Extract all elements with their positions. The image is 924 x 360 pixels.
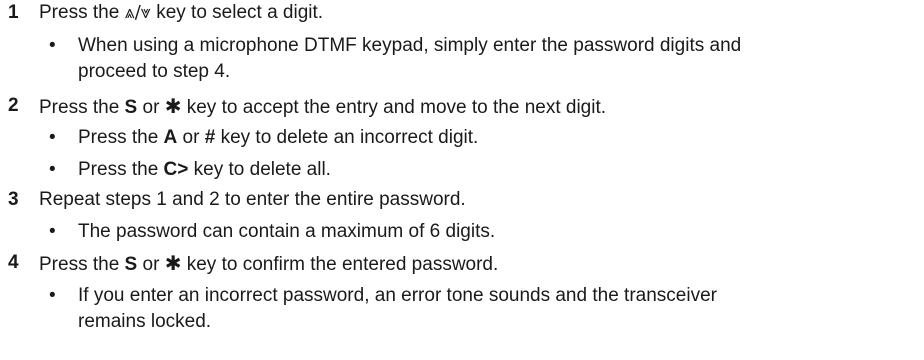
step-text: Press the S or ✱ key to accept the entry… — [39, 94, 607, 118]
bullet-icon: • — [49, 159, 56, 180]
bullet-text: Press the A or # key to delete an incorr… — [78, 127, 479, 148]
step-text: Press the S or ✱ key to confirm the ente… — [39, 251, 499, 275]
asterisk-key-icon: ✱ — [164, 94, 182, 118]
step-number: 1 — [8, 2, 19, 23]
bullet-text: The password can contain a maximum of 6 … — [78, 221, 496, 242]
step-number: 2 — [8, 95, 19, 116]
up-down-key-icon: ⩓/⩔ — [124, 2, 151, 23]
step-number: 3 — [8, 189, 19, 210]
asterisk-key-icon: ✱ — [164, 251, 182, 275]
step-text: Repeat steps 1 and 2 to enter the entire… — [39, 189, 466, 210]
bullet-text: Press the C> key to delete all. — [78, 159, 331, 180]
bullet-icon: • — [49, 127, 56, 148]
bullet-text: When using a microphone DTMF keypad, sim… — [78, 35, 742, 82]
bullet-text: If you enter an incorrect password, an e… — [78, 285, 717, 332]
bullet-icon: • — [49, 285, 56, 306]
bullet-icon: • — [49, 35, 56, 56]
step-text: Press the ⩓/⩔ key to select a digit. — [39, 2, 324, 23]
bullet-icon: • — [49, 221, 56, 242]
step-number: 4 — [8, 252, 19, 273]
